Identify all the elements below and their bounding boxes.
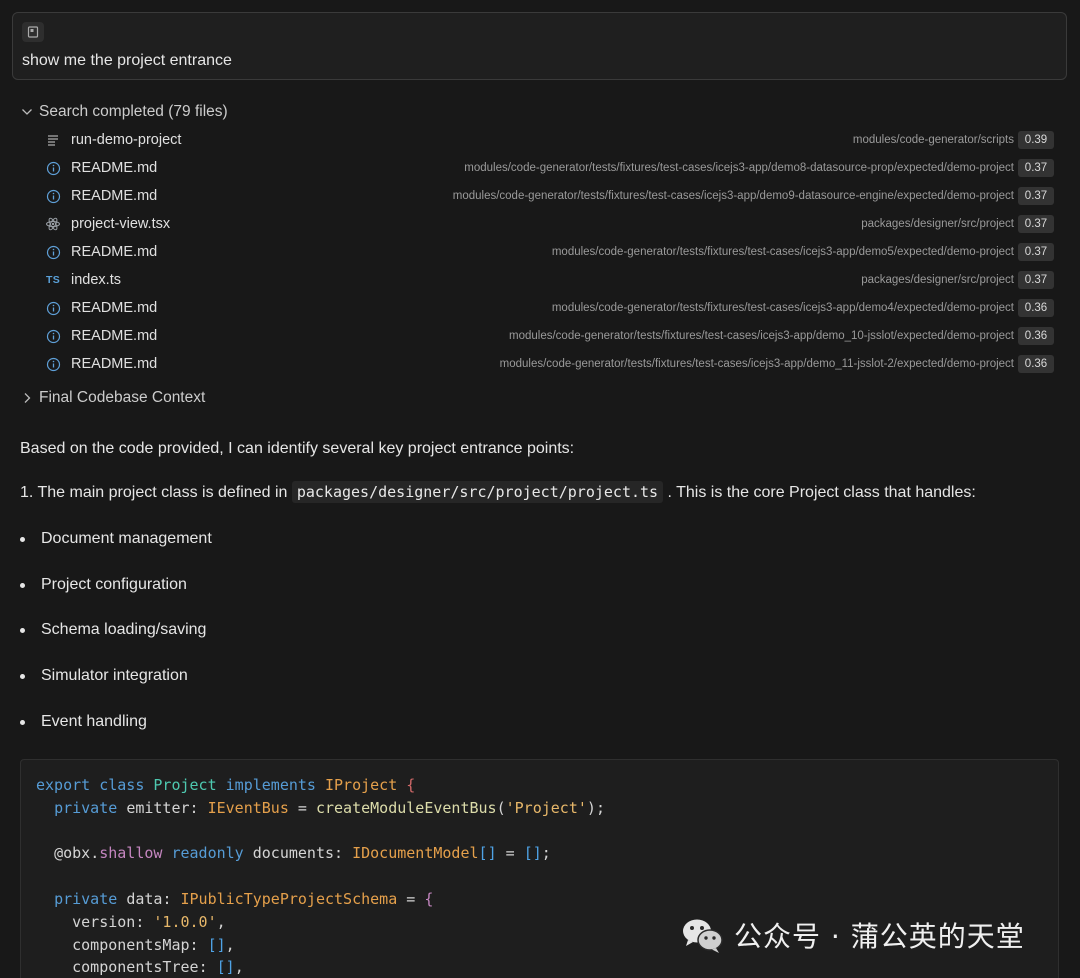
watermark-text: 公众号 · 蒲公英的天堂 — [734, 920, 1025, 953]
point-1-prefix: 1. The main project class is defined in — [20, 484, 292, 501]
info-icon — [44, 243, 62, 261]
result-file-name: README.md — [71, 328, 158, 344]
bullet-item: Schema loading/saving — [20, 621, 206, 639]
bullet-text: Event handling — [41, 713, 147, 730]
point-1-suffix: . This is the core Project class that ha… — [663, 484, 976, 501]
result-file-path: packages/designer/src/project — [861, 274, 1014, 286]
bullet-dot — [20, 673, 25, 679]
react-icon — [44, 215, 62, 233]
result-row[interactable]: run-demo-project modules/code-generator/… — [40, 126, 1056, 154]
result-score: 0.37 — [1018, 187, 1054, 205]
result-file-path: modules/code-generator/tests/fixtures/te… — [464, 162, 1014, 174]
wechat-icon — [683, 919, 723, 953]
result-file-path: packages/designer/src/project — [861, 218, 1014, 230]
code-line: version: '1.0.0', — [72, 912, 226, 931]
result-row[interactable]: README.md modules/code-generator/tests/f… — [40, 350, 1056, 378]
typescript-icon: TS — [45, 274, 61, 286]
watermark: 公众号 · 蒲公英的天堂 — [680, 912, 1025, 958]
result-row[interactable]: project-view.tsx packages/designer/src/p… — [40, 210, 1056, 238]
result-row[interactable]: README.md modules/code-generator/tests/f… — [40, 154, 1056, 182]
code-line: componentsTree: [], — [72, 958, 244, 977]
result-file-path: modules/code-generator/scripts — [852, 134, 1014, 146]
result-score: 0.37 — [1018, 271, 1054, 289]
chevron-down-icon — [22, 109, 32, 115]
bullet-item: Simulator integration — [20, 667, 188, 685]
result-file-name: run-demo-project — [71, 132, 182, 148]
code-line: private emitter: IEventBus = createModul… — [54, 798, 605, 817]
bullet-dot — [20, 627, 25, 633]
result-score: 0.37 — [1018, 159, 1054, 177]
search-results-list: run-demo-project modules/code-generator/… — [40, 126, 1056, 378]
inline-code-path: packages/designer/src/project/project.ts — [291, 481, 664, 503]
chevron-right-icon — [24, 393, 31, 403]
bullet-dot — [20, 719, 25, 725]
info-icon — [44, 159, 62, 177]
code-content: export class Project implements IProject… — [36, 774, 605, 978]
result-row[interactable]: README.md modules/code-generator/tests/f… — [40, 322, 1056, 350]
bullet-item: Event handling — [20, 713, 147, 731]
bullet-text: Simulator integration — [41, 667, 188, 684]
result-file-path: modules/code-generator/tests/fixtures/te… — [499, 358, 1014, 370]
result-score: 0.36 — [1018, 355, 1054, 373]
result-row[interactable]: README.md modules/code-generator/tests/f… — [40, 238, 1056, 266]
bullet-item: Project configuration — [20, 576, 187, 594]
result-file-path: modules/code-generator/tests/fixtures/te… — [551, 302, 1014, 314]
prompt-text: show me the project entrance — [22, 52, 232, 69]
result-score: 0.39 — [1018, 131, 1054, 149]
result-file-name: README.md — [71, 356, 158, 372]
answer-intro: Based on the code provided, I can identi… — [20, 440, 575, 457]
info-icon — [44, 299, 62, 317]
result-file-name: README.md — [71, 244, 158, 260]
result-score: 0.36 — [1018, 299, 1054, 317]
search-results-toggle[interactable]: Search completed (79 files) — [20, 101, 228, 123]
bullet-dot — [20, 582, 25, 588]
result-file-name: README.md — [71, 160, 158, 176]
info-icon — [44, 355, 62, 373]
result-file-path: modules/code-generator/tests/fixtures/te… — [509, 330, 1014, 342]
result-file-name: README.md — [71, 188, 158, 204]
bullet-text: Document management — [41, 530, 212, 547]
result-score: 0.37 — [1018, 215, 1054, 233]
result-file-path: modules/code-generator/tests/fixtures/te… — [452, 190, 1014, 202]
prompt-box[interactable]: show me the project entrance — [12, 12, 1067, 80]
result-file-name: index.ts — [71, 272, 121, 288]
result-row[interactable]: README.md modules/code-generator/tests/f… — [40, 294, 1056, 322]
search-results-header: Search completed (79 files) — [39, 103, 228, 120]
result-score: 0.37 — [1018, 243, 1054, 261]
codebase-context-toggle[interactable]: Final Codebase Context — [20, 387, 205, 409]
code-line: @obx.shallow readonly documents: IDocume… — [54, 844, 551, 863]
result-file-path: modules/code-generator/tests/fixtures/te… — [551, 246, 1014, 258]
result-row[interactable]: TS index.ts packages/designer/src/projec… — [40, 266, 1056, 294]
info-icon — [44, 187, 62, 205]
answer-point-1: 1. The main project class is defined in … — [20, 481, 976, 503]
result-file-name: project-view.tsx — [71, 216, 171, 232]
result-score: 0.36 — [1018, 327, 1054, 345]
code-line: private data: IPublicTypeProjectSchema =… — [54, 889, 434, 908]
bullet-dot — [20, 536, 25, 542]
code-line: componentsMap: [], — [72, 935, 235, 954]
document-icon[interactable] — [22, 22, 44, 42]
bullet-text: Project configuration — [41, 576, 187, 593]
result-file-name: README.md — [71, 300, 158, 316]
code-line: export class Project implements IProject… — [36, 776, 416, 794]
info-icon — [44, 327, 62, 345]
bullet-text: Schema loading/saving — [41, 621, 207, 638]
list-icon — [44, 131, 62, 149]
result-row[interactable]: README.md modules/code-generator/tests/f… — [40, 182, 1056, 210]
bullet-item: Document management — [20, 530, 212, 548]
codebase-context-header: Final Codebase Context — [39, 389, 206, 406]
